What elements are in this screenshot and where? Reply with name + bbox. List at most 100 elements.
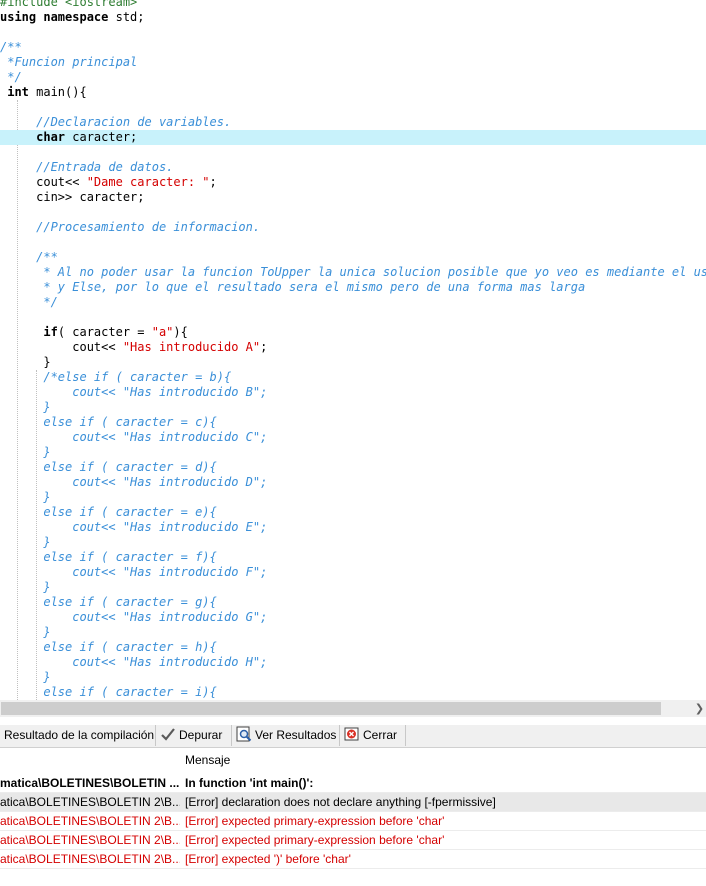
code-token: ( caracter = (57, 325, 152, 339)
code-token: //Entrada de datos. (0, 160, 174, 174)
code-token: } (0, 670, 51, 684)
code-token: cout<< "Has introducido D"; (0, 475, 268, 489)
code-line[interactable]: cout<< "Has introducido G"; (0, 610, 706, 625)
code-token: else if ( caracter = i){ (0, 685, 217, 699)
code-line[interactable]: cout<< "Has introducido A"; (0, 340, 706, 355)
code-line[interactable]: /** (0, 40, 706, 55)
code-token: ){ (173, 325, 188, 339)
code-token: std; (115, 10, 145, 24)
code-token: else if ( caracter = d){ (0, 460, 217, 474)
column-header-message[interactable]: Mensaje (185, 748, 230, 772)
horizontal-scrollbar[interactable]: ❯ (0, 700, 706, 717)
code-line[interactable]: } (0, 625, 706, 640)
tab-compile-results[interactable]: Resultado de la compilación (0, 725, 156, 746)
message-file: atica\BOLETINES\BOLETIN 2\B... (0, 833, 180, 847)
code-token: } (0, 625, 51, 639)
code-token: * y Else, por lo que el resultado sera e… (0, 280, 586, 294)
code-token: } (0, 355, 51, 369)
code-token: cout<< "Has introducido C"; (0, 430, 268, 444)
code-token: #include <iostream> (0, 0, 138, 9)
panel-splitter[interactable] (0, 717, 706, 725)
tab-view-results[interactable]: Ver Resultados (232, 725, 340, 746)
code-line[interactable] (0, 205, 706, 220)
code-line[interactable]: if( caracter = "a"){ (0, 325, 706, 340)
scroll-right-arrow-icon[interactable]: ❯ (693, 700, 706, 717)
code-line[interactable]: cout<< "Has introducido F"; (0, 565, 706, 580)
bottom-panel-tabs: Resultado de la compilación Depurar Ver … (0, 725, 706, 748)
code-line[interactable]: //Declaracion de variables. (0, 115, 706, 130)
code-line[interactable]: } (0, 670, 706, 685)
code-line[interactable]: else if ( caracter = g){ (0, 595, 706, 610)
code-line[interactable]: else if ( caracter = d){ (0, 460, 706, 475)
code-line[interactable]: *Funcion principal (0, 55, 706, 70)
code-line[interactable]: } (0, 355, 706, 370)
code-line[interactable]: //Procesamiento de informacion. (0, 220, 706, 235)
code-line[interactable]: /*else if ( caracter = b){ (0, 370, 706, 385)
code-line[interactable]: * Al no poder usar la funcion ToUpper la… (0, 265, 706, 280)
code-line[interactable]: else if ( caracter = i){ (0, 685, 706, 700)
code-token: * Al no poder usar la funcion ToUpper la… (0, 265, 706, 279)
message-row[interactable]: matica\BOLETINES\BOLETIN ... In function … (0, 774, 706, 793)
code-line[interactable]: } (0, 445, 706, 460)
code-line[interactable]: #include <iostream> (0, 0, 706, 10)
code-line[interactable]: /** (0, 250, 706, 265)
code-line[interactable]: else if ( caracter = c){ (0, 415, 706, 430)
code-token: } (0, 400, 51, 414)
code-line[interactable] (0, 25, 706, 40)
code-token: /** (0, 250, 58, 264)
code-token: int (0, 85, 37, 99)
code-line[interactable] (0, 145, 706, 160)
message-row[interactable]: atica\BOLETINES\BOLETIN 2\B... [Error] ex… (0, 850, 706, 869)
message-row[interactable]: atica\BOLETINES\BOLETIN 2\B... [Error] ex… (0, 812, 706, 831)
code-line[interactable]: cin>> caracter; (0, 190, 706, 205)
code-line[interactable] (0, 310, 706, 325)
message-text: [Error] expected primary-expression befo… (185, 833, 445, 847)
code-line[interactable]: * y Else, por lo que el resultado sera e… (0, 280, 706, 295)
code-token: *Funcion principal (0, 55, 138, 69)
code-token: /*else if ( caracter = b){ (0, 370, 232, 384)
code-line[interactable]: else if ( caracter = e){ (0, 505, 706, 520)
message-text: [Error] declaration does not declare any… (185, 795, 496, 809)
message-file: atica\BOLETINES\BOLETIN 2\B... (0, 852, 180, 866)
code-token: else if ( caracter = g){ (0, 595, 217, 609)
code-line[interactable]: int main(){ (0, 85, 706, 100)
row-divider (0, 868, 706, 869)
code-line[interactable]: char caracter; (0, 130, 706, 145)
close-red-icon (344, 727, 359, 741)
code-line[interactable]: cout<< "Has introducido C"; (0, 430, 706, 445)
message-row[interactable]: atica\BOLETINES\BOLETIN 2\B... [Error] de… (0, 793, 706, 812)
code-line[interactable]: cout<< "Has introducido B"; (0, 385, 706, 400)
code-token: //Declaracion de variables. (0, 115, 232, 129)
code-line[interactable]: cout<< "Has introducido H"; (0, 655, 706, 670)
code-token: } (0, 535, 51, 549)
code-token: //Procesamiento de informacion. (0, 220, 261, 234)
code-line[interactable]: */ (0, 295, 706, 310)
code-token: cout<< (0, 175, 87, 189)
code-editor[interactable]: #include <iostream> using namespace std; /… (0, 0, 706, 700)
code-token: "Dame caracter: " (86, 175, 210, 189)
scrollbar-thumb[interactable] (1, 702, 661, 715)
code-line[interactable] (0, 100, 706, 115)
code-line[interactable]: using namespace std; (0, 10, 706, 25)
tab-close[interactable]: Cerrar (340, 725, 406, 746)
code-line[interactable]: cout<< "Has introducido D"; (0, 475, 706, 490)
tab-debug[interactable]: Depurar (156, 725, 232, 746)
code-line[interactable] (0, 235, 706, 250)
code-line[interactable]: } (0, 580, 706, 595)
code-line[interactable]: else if ( caracter = f){ (0, 550, 706, 565)
code-line[interactable]: cout<< "Dame caracter: "; (0, 175, 706, 190)
code-line[interactable]: } (0, 400, 706, 415)
code-line[interactable]: } (0, 535, 706, 550)
code-line[interactable]: cout<< "Has introducido E"; (0, 520, 706, 535)
code-line[interactable]: else if ( caracter = h){ (0, 640, 706, 655)
code-token: using namespace (0, 10, 116, 24)
message-file: matica\BOLETINES\BOLETIN ... (0, 776, 180, 790)
code-token: cout<< "Has introducido G"; (0, 610, 268, 624)
code-line[interactable]: //Entrada de datos. (0, 160, 706, 175)
tab-label: Depurar (179, 728, 223, 742)
code-token: cout<< (0, 340, 123, 354)
message-row[interactable]: atica\BOLETINES\BOLETIN 2\B... [Error] ex… (0, 831, 706, 850)
code-line[interactable]: } (0, 490, 706, 505)
code-token: else if ( caracter = e){ (0, 505, 217, 519)
code-line[interactable]: */ (0, 70, 706, 85)
